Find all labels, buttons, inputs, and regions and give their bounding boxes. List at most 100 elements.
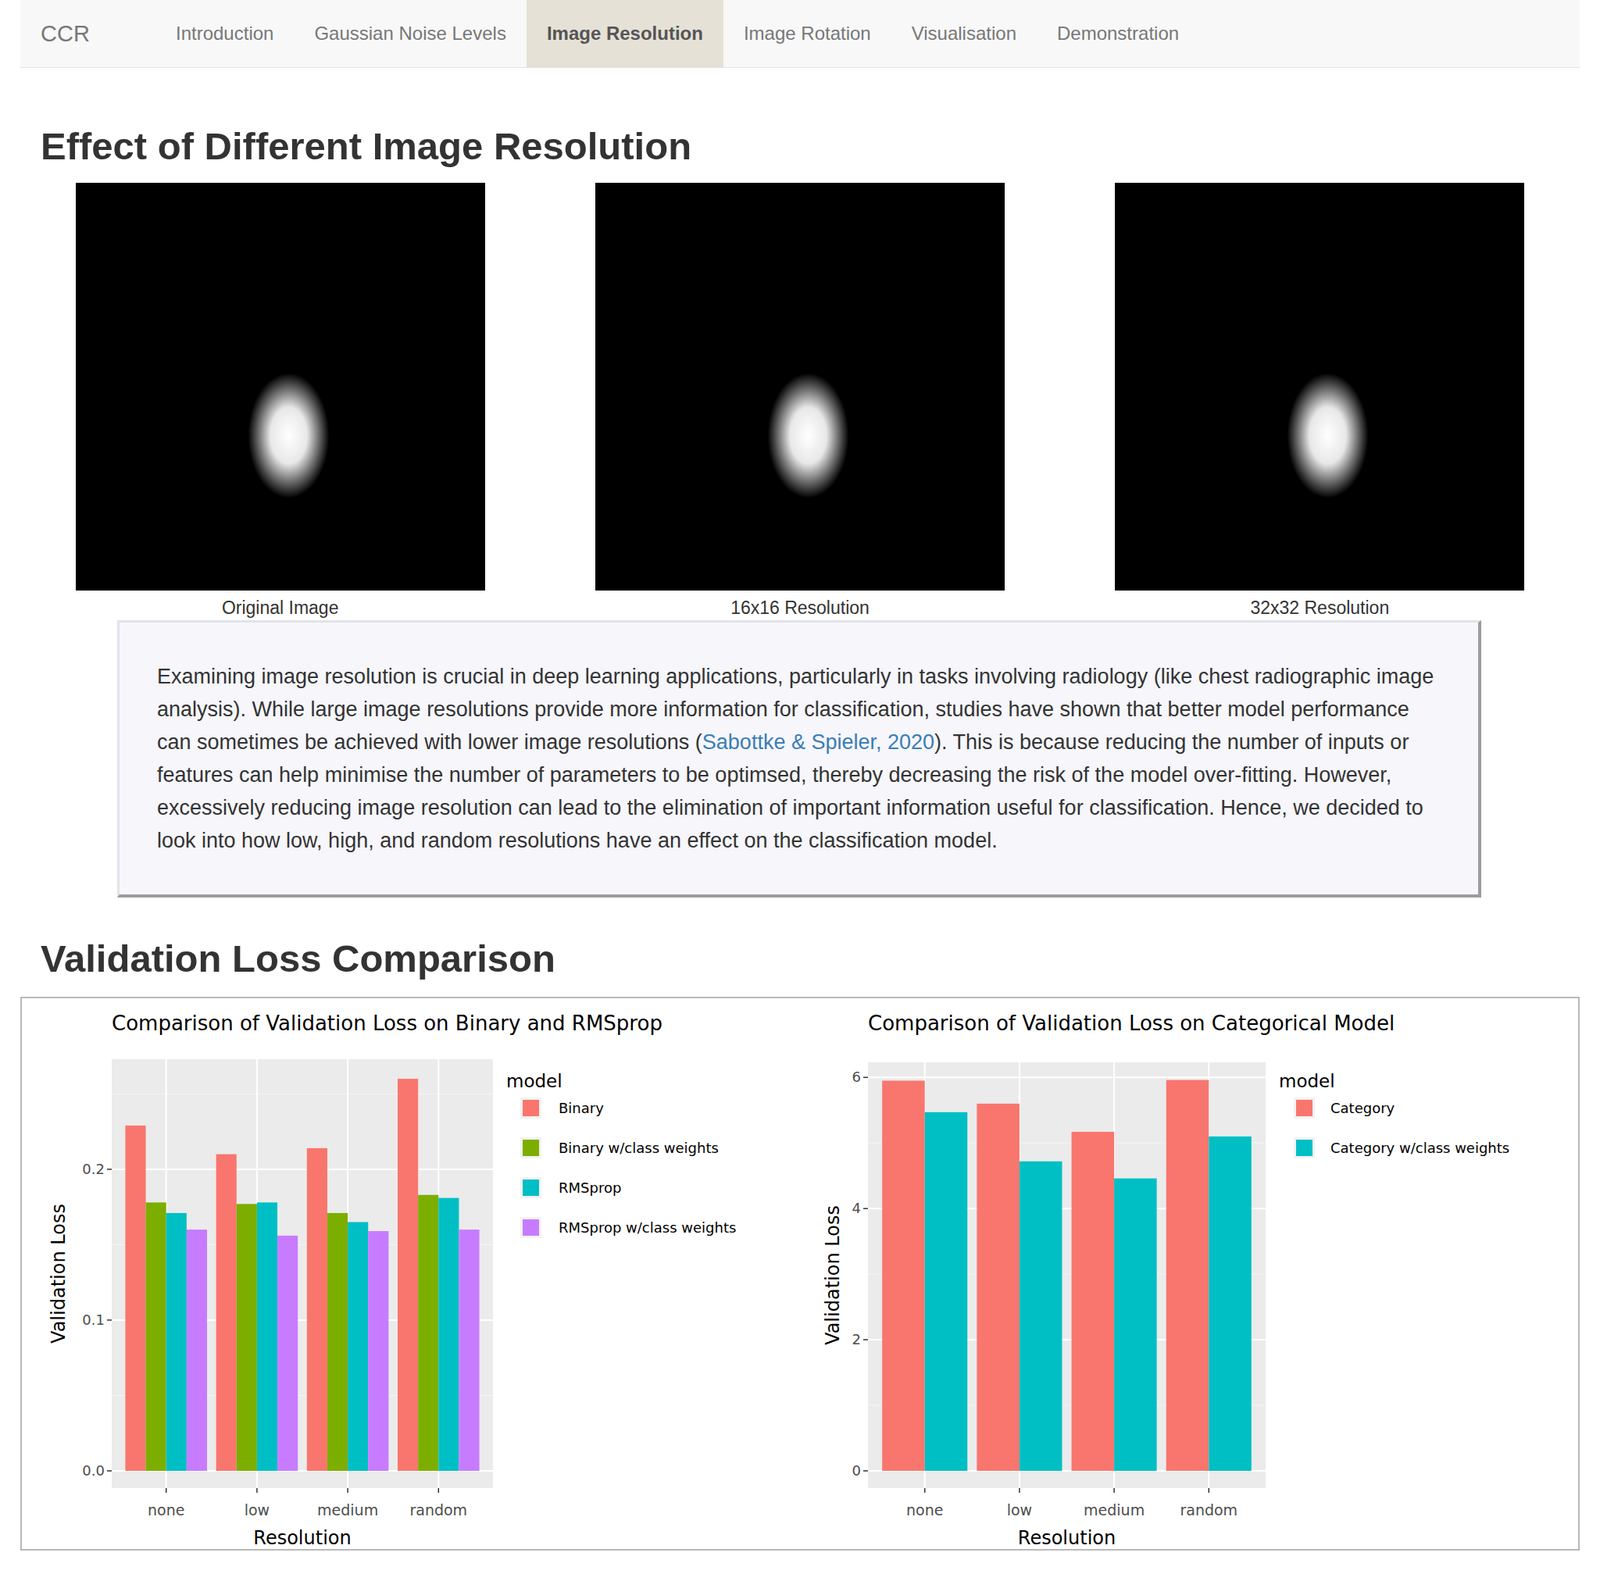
x-tick: none (906, 1488, 943, 1519)
major-gridline (867, 1076, 1266, 1079)
bar[interactable] (186, 1229, 208, 1472)
svg-text:none: none (906, 1501, 943, 1519)
x-tick: none (147, 1488, 185, 1519)
nav-tab[interactable]: Image Resolution (526, 0, 724, 68)
bar[interactable] (976, 1103, 1020, 1472)
reference-link[interactable]: Sabottke & Spieler, 2020 (702, 730, 935, 754)
svg-text:0.0: 0.0 (82, 1462, 105, 1479)
bar[interactable] (882, 1081, 925, 1472)
bar[interactable] (417, 1195, 439, 1472)
tab-list: IntroductionGaussian Noise LevelsImage R… (155, 0, 1200, 68)
svg-text:random: random (1179, 1501, 1238, 1519)
bar[interactable] (277, 1235, 298, 1472)
y-axis-title: Validation Loss (47, 1203, 70, 1344)
bar[interactable] (327, 1213, 348, 1472)
bar-chart: Comparison of Validation Loss on Categor… (800, 998, 1579, 1550)
legend-key (522, 1219, 540, 1236)
legend-item[interactable]: Binary (520, 1097, 604, 1119)
svg-text:RMSprop: RMSprop (558, 1179, 622, 1197)
x-tick: random (1179, 1488, 1238, 1519)
svg-text:none: none (147, 1501, 185, 1519)
x-axis-title: Resolution (253, 1527, 351, 1550)
svg-text:low: low (1007, 1501, 1033, 1519)
minor-gridline (111, 1093, 493, 1095)
brand[interactable]: CCR (20, 0, 156, 68)
legend-item[interactable]: Binary w/class weights (520, 1137, 719, 1159)
svg-text:Binary: Binary (558, 1100, 604, 1117)
x-tick: low (244, 1488, 270, 1519)
nav-tab[interactable]: Demonstration (1036, 0, 1200, 68)
legend-key (522, 1100, 540, 1117)
bar[interactable] (166, 1213, 187, 1472)
svg-text:Category: Category (1330, 1100, 1396, 1117)
bar[interactable] (1166, 1080, 1210, 1472)
bar[interactable] (1019, 1161, 1063, 1472)
section-title: Validation Loss Comparison (40, 936, 1580, 981)
y-tick: 0.1 (82, 1311, 112, 1329)
image-caption: 16x16 Resolution (730, 596, 870, 619)
y-tick: 4 (852, 1200, 868, 1217)
bar[interactable] (347, 1221, 368, 1472)
legend-item[interactable]: Category (1293, 1097, 1396, 1119)
bar[interactable] (1208, 1136, 1252, 1472)
y-tick: 6 (852, 1068, 868, 1086)
svg-text:Binary w/class weights: Binary w/class weights (558, 1139, 719, 1157)
image-caption: 32x32 Resolution (1250, 596, 1390, 619)
legend-key (1296, 1139, 1313, 1157)
bar[interactable] (236, 1203, 258, 1472)
svg-text:low: low (244, 1501, 270, 1519)
legend-title: model (506, 1071, 563, 1092)
svg-text:medium: medium (317, 1501, 379, 1519)
bar[interactable] (216, 1154, 237, 1472)
svg-text:0: 0 (852, 1462, 861, 1479)
svg-text:random: random (409, 1501, 468, 1519)
x-tick: random (409, 1488, 468, 1519)
nav-tab[interactable]: Gaussian Noise Levels (293, 0, 526, 68)
legend-title: model (1278, 1071, 1336, 1092)
legend-item[interactable]: RMSprop (520, 1177, 622, 1199)
svg-text:6: 6 (852, 1068, 861, 1086)
legend-key (1296, 1100, 1313, 1117)
x-tick: low (1007, 1488, 1033, 1519)
nav-tab[interactable]: Visualisation (891, 0, 1037, 68)
x-tick: medium (317, 1488, 379, 1519)
info-box: Examining image resolution is crucial in… (117, 620, 1482, 898)
chart-panel: Comparison of Validation Loss on Binary … (20, 996, 1580, 1551)
bar[interactable] (925, 1112, 968, 1472)
major-gridline (111, 1168, 493, 1171)
legend-item[interactable]: RMSprop w/class weights (520, 1217, 736, 1239)
legend-item[interactable]: Category w/class weights (1293, 1137, 1510, 1159)
section-title: Effect of Different Image Resolution (40, 124, 1580, 168)
plot-background (111, 1059, 493, 1489)
nav-bar: CCRIntroductionGaussian Noise LevelsImag… (20, 0, 1580, 68)
y-tick: 2 (852, 1331, 868, 1348)
bar[interactable] (397, 1078, 418, 1472)
svg-text:0.2: 0.2 (82, 1160, 105, 1178)
svg-text:Category w/class weights: Category w/class weights (1330, 1139, 1510, 1157)
bar[interactable] (1071, 1132, 1115, 1472)
bar[interactable] (1114, 1178, 1158, 1472)
page: CCRIntroductionGaussian Noise LevelsImag… (0, 0, 1600, 1551)
y-tick: 0.2 (82, 1160, 112, 1178)
svg-text:4: 4 (852, 1200, 861, 1217)
y-tick: 0 (852, 1462, 868, 1479)
bar[interactable] (125, 1125, 146, 1472)
chart-title: Comparison of Validation Loss on Binary … (111, 1011, 663, 1036)
y-axis-title: Validation Loss (821, 1205, 844, 1346)
svg-text:RMSprop w/class weights: RMSprop w/class weights (558, 1219, 736, 1236)
bar[interactable] (438, 1198, 459, 1472)
y-tick: 0.0 (82, 1462, 112, 1479)
x-axis-title: Resolution (1017, 1527, 1116, 1550)
sample-image (75, 182, 486, 591)
plot-background (867, 1062, 1266, 1489)
image-caption: Original Image (221, 596, 340, 619)
nav-tab[interactable]: Introduction (155, 0, 294, 68)
svg-text:2: 2 (852, 1331, 861, 1348)
bar[interactable] (307, 1148, 328, 1472)
bar[interactable] (257, 1202, 278, 1472)
bar[interactable] (146, 1202, 167, 1472)
bar[interactable] (367, 1231, 389, 1472)
image-card: 32x32 Resolution (1060, 182, 1580, 619)
nav-tab[interactable]: Image Rotation (723, 0, 892, 68)
bar[interactable] (458, 1229, 479, 1472)
